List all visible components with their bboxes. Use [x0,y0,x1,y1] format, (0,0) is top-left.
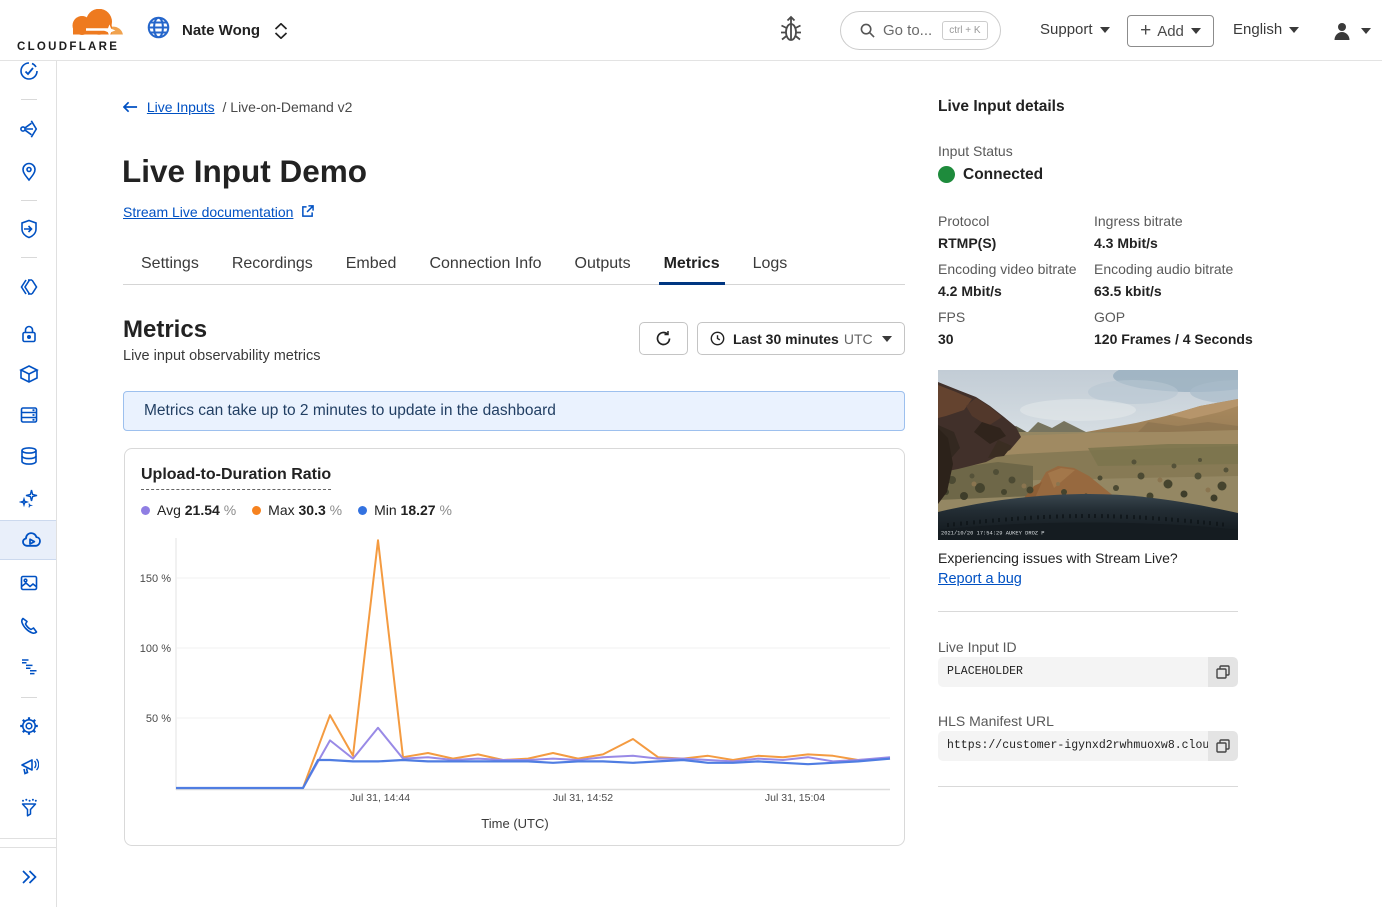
svg-text:Jul 31, 14:44: Jul 31, 14:44 [350,792,410,804]
svg-text:Time (UTC): Time (UTC) [481,816,548,831]
svg-text:Jul 31, 14:52: Jul 31, 14:52 [553,792,613,804]
svg-text:CLOUDFLARE: CLOUDFLARE [17,41,119,52]
svg-text:100 %: 100 % [140,643,171,655]
svg-text:150 %: 150 % [140,573,171,585]
svg-text:Jul 31, 15:04: Jul 31, 15:04 [765,792,825,804]
svg-text:50 %: 50 % [146,713,171,725]
svg-text:2021/10/20 17:54:29 AUKEY DROZ: 2021/10/20 17:54:29 AUKEY DROZ P [941,531,1045,537]
